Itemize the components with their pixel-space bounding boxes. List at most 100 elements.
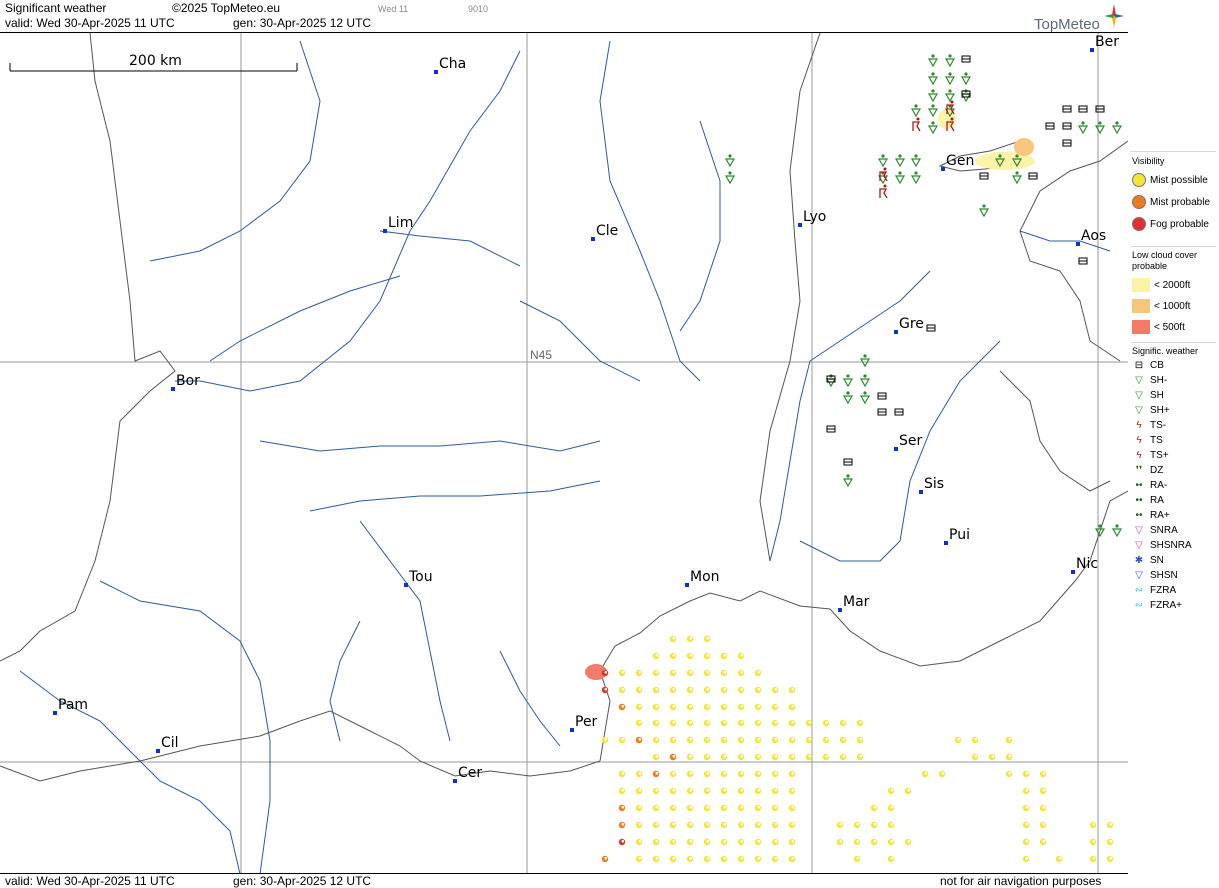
cloud-swatch-icon [1132, 299, 1150, 313]
city-label: Ser [899, 433, 923, 449]
mist-symbol [788, 855, 796, 863]
city-marker-icon [941, 167, 945, 171]
mist-symbol [703, 703, 711, 711]
mist-symbol [737, 804, 745, 812]
mist-symbol [686, 855, 694, 863]
city-aos: Aos [1076, 228, 1106, 246]
mist-symbol [754, 669, 762, 677]
mist-symbol [703, 838, 711, 846]
shower-symbol [927, 72, 939, 86]
city-ber: Ber [1090, 34, 1119, 52]
mist-symbol [904, 838, 912, 846]
city-marker-icon [171, 387, 175, 391]
city-lim: Lim [383, 215, 413, 233]
city-label: Ber [1095, 34, 1119, 50]
shower-symbol [978, 204, 990, 218]
mist-symbol [703, 770, 711, 778]
mist-symbol [686, 753, 694, 761]
weather-legend-item-label: RA- [1150, 480, 1168, 491]
freezing-rain-heavy-icon: ∾ [1134, 600, 1144, 611]
cloud-legend-item: < 1000ft [1132, 299, 1190, 313]
weather-legend-item: ϟ TS+ [1132, 450, 1169, 461]
cb-symbol [1028, 172, 1038, 180]
shower-symbol [724, 154, 736, 168]
mist-symbol [1039, 821, 1047, 829]
mist-symbol [618, 838, 626, 846]
mist-symbol [720, 719, 728, 727]
cloud-legend-item: < 500ft [1132, 320, 1185, 334]
mist-symbol [686, 821, 694, 829]
copyright: ©2025 TopMeteo.eu [172, 1, 281, 15]
city-marker-icon [685, 583, 689, 587]
mist-symbol [771, 787, 779, 795]
rain-light-icon: •• [1135, 480, 1143, 491]
shower-symbol [944, 54, 956, 68]
mist-symbol [652, 719, 660, 727]
mist-symbol [1106, 821, 1114, 829]
shower-symbol [1077, 121, 1089, 135]
brand-logo-text: TopMeteo [1034, 16, 1100, 33]
mist-symbol [870, 838, 878, 846]
mist-symbol [788, 787, 796, 795]
mist-symbol [720, 736, 728, 744]
mist-symbol [703, 753, 711, 761]
city-label: Lim [388, 215, 413, 231]
mist-symbol [805, 753, 813, 761]
weather-map[interactable]: Cha Ber Lim Cle Lyo Gen Aos Gre Bor Ser Sis Pui Nic T… [0, 32, 1129, 874]
shower-light-icon: ▽ [1135, 375, 1143, 386]
cb-symbol [843, 458, 853, 466]
mist-symbol [652, 838, 660, 846]
mist-symbol [720, 753, 728, 761]
shower-symbol [1011, 171, 1023, 185]
city-label: Nic [1076, 556, 1098, 572]
footer-valid-time: valid: Wed 30-Apr-2025 11 UTC [5, 874, 175, 888]
mist-symbol [771, 703, 779, 711]
cb-symbol [926, 324, 936, 332]
weather-legend-item-label: SHSNRA [1150, 540, 1192, 551]
city-marker-icon [1090, 48, 1094, 52]
mist-symbol [853, 838, 861, 846]
snow-shower-icon: ▽ [1135, 570, 1143, 581]
weather-legend-item-label: RA [1150, 495, 1164, 506]
cb-symbol [979, 172, 989, 180]
visibility-swatch-icon [1132, 173, 1146, 187]
mist-symbol [839, 753, 847, 761]
mist-symbol [887, 804, 895, 812]
city-pui: Pui [944, 527, 970, 545]
weather-legend-item: ✱ SN [1132, 555, 1164, 566]
footer-generated-time: gen: 30-Apr-2025 12 UTC [233, 874, 372, 888]
mist-symbol [870, 821, 878, 829]
mist-symbol [686, 719, 694, 727]
chart-title: Significant weather [5, 1, 107, 15]
cb-symbol [894, 408, 904, 416]
mist-symbol [703, 804, 711, 812]
mist-symbol [737, 669, 745, 677]
visibility-legend-item-label: Mist probable [1150, 196, 1211, 208]
weather-legend-item: ∾ FZRA+ [1132, 600, 1182, 611]
mist-symbol [737, 753, 745, 761]
mist-symbol [737, 855, 745, 863]
mist-symbol [754, 821, 762, 829]
visibility-legend-title: Visibility [1132, 156, 1165, 166]
legend-panel: Visibility Mist possible Mist probable Fog… [1128, 0, 1219, 887]
mist-symbol [1089, 838, 1097, 846]
latitude-label: N45 [530, 348, 553, 362]
mist-symbol [652, 736, 660, 744]
mist-symbol [938, 770, 946, 778]
shower-symbol [842, 391, 854, 405]
mist-symbol [1022, 804, 1030, 812]
weather-legend-item-label: TS+ [1150, 450, 1169, 461]
mist-symbol [788, 753, 796, 761]
shower-symbol [859, 354, 871, 368]
mist-symbol [669, 821, 677, 829]
brand-compass-icon [1104, 4, 1124, 28]
mist-symbol [1022, 855, 1030, 863]
weather-legend-item: ▽ SH+ [1132, 405, 1170, 416]
visibility-legend-item: Fog probable [1132, 217, 1209, 231]
mist-symbol [618, 821, 626, 829]
cb-icon: ⊟ [1134, 360, 1144, 371]
weather-legend-item: ⊟ CB [1132, 360, 1164, 371]
shower-icon: ▽ [1135, 390, 1143, 401]
mist-symbol [788, 719, 796, 727]
weather-legend-item-label: RA+ [1150, 510, 1170, 521]
